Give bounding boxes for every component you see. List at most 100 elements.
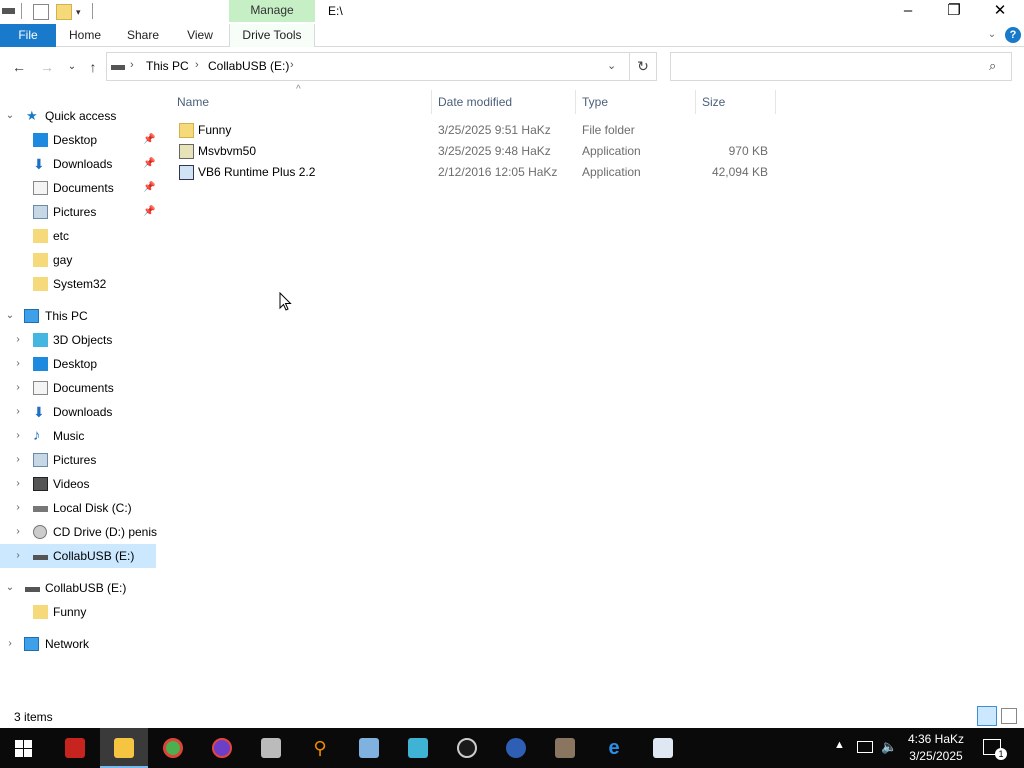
- large-icons-view-button[interactable]: [1001, 708, 1017, 724]
- chevron-right-icon[interactable]: ›: [12, 424, 24, 448]
- chevron-up-icon[interactable]: ▲: [834, 739, 845, 751]
- ribbon-tabs: File Home Share View Drive Tools ⌄ ?: [0, 24, 1024, 47]
- nav-pc-local-disk[interactable]: › Local Disk (C:): [0, 496, 156, 520]
- tab-view[interactable]: View: [178, 24, 222, 47]
- nav-pc-videos[interactable]: › Videos: [0, 472, 156, 496]
- nav-qa-desktop[interactable]: Desktop 📌: [0, 128, 156, 152]
- nav-pc-pictures[interactable]: › Pictures: [0, 448, 156, 472]
- taskbar-calculator[interactable]: [247, 728, 295, 768]
- address-bar[interactable]: › This PC › CollabUSB (E:) › ⌄: [106, 52, 630, 81]
- nav-pc-downloads[interactable]: › ⬇ Downloads: [0, 400, 156, 424]
- back-button[interactable]: ←: [10, 59, 28, 75]
- desktop-icon: [33, 357, 48, 371]
- taskbar-search-app[interactable]: ⚲: [296, 728, 344, 768]
- breadcrumb-this-pc[interactable]: This PC: [146, 59, 189, 73]
- taskbar-app-gauge[interactable]: [443, 728, 491, 768]
- taskbar-app-globe[interactable]: [492, 728, 540, 768]
- hard-drive-icon: [33, 506, 48, 512]
- details-view-button[interactable]: [977, 706, 997, 726]
- chevron-right-icon[interactable]: ›: [12, 520, 24, 544]
- manage-context-tab[interactable]: Manage: [229, 0, 315, 22]
- taskbar-app-red[interactable]: [51, 728, 99, 768]
- taskbar-file-explorer[interactable]: [100, 728, 148, 768]
- chevron-right-icon[interactable]: ›: [12, 544, 24, 568]
- start-button[interactable]: [0, 728, 48, 768]
- tab-home[interactable]: Home: [62, 24, 108, 47]
- chevron-right-icon[interactable]: ›: [12, 448, 24, 472]
- close-button[interactable]: ✕: [977, 0, 1023, 24]
- help-icon[interactable]: ?: [1005, 27, 1021, 43]
- minimize-button[interactable]: –: [885, 0, 931, 24]
- file-row-msvbvm50[interactable]: Msvbvm50 3/25/2025 9:48 HaKz Application…: [168, 141, 778, 162]
- chevron-right-icon[interactable]: ›: [12, 472, 24, 496]
- desktop-icon: [33, 133, 48, 147]
- file-date: 2/12/2016 12:05 HaKz: [438, 165, 558, 179]
- nav-pc-desktop[interactable]: › Desktop: [0, 352, 156, 376]
- breadcrumb-separator-icon[interactable]: ›: [195, 59, 199, 71]
- chevron-right-icon[interactable]: ›: [12, 328, 24, 352]
- nav-qa-documents[interactable]: Documents 📌: [0, 176, 156, 200]
- nav-qa-pictures[interactable]: Pictures 📌: [0, 200, 156, 224]
- nav-qa-etc[interactable]: etc: [0, 224, 156, 248]
- nav-usb-funny[interactable]: Funny: [0, 600, 156, 624]
- chevron-right-icon[interactable]: ›: [12, 376, 24, 400]
- title-bar: ▾ Manage E:\ – ❐ ✕: [0, 0, 1024, 24]
- search-input[interactable]: ⌕: [670, 52, 1012, 81]
- taskbar-internet-explorer[interactable]: e: [590, 728, 638, 768]
- chevron-right-icon[interactable]: ›: [12, 400, 24, 424]
- column-header-name[interactable]: Name: [171, 90, 432, 114]
- column-header-size[interactable]: Size: [696, 90, 776, 114]
- taskbar-app-window[interactable]: [639, 728, 687, 768]
- properties-icon[interactable]: [33, 4, 49, 20]
- nav-pc-collabusb[interactable]: › CollabUSB (E:): [0, 544, 156, 568]
- chevron-right-icon[interactable]: ›: [12, 352, 24, 376]
- customize-quick-access-icon[interactable]: ▾: [76, 4, 92, 20]
- nav-qa-downloads[interactable]: ⬇ Downloads 📌: [0, 152, 156, 176]
- drive-icon: [111, 65, 125, 70]
- nav-this-pc[interactable]: ⌄ This PC: [0, 304, 156, 328]
- new-folder-icon[interactable]: [56, 4, 72, 20]
- nav-label: 3D Objects: [53, 333, 113, 347]
- network-tray-icon[interactable]: [857, 741, 873, 753]
- navigation-pane: ⌄ ★ Quick access Desktop 📌 ⬇ Downloads 📌…: [0, 104, 160, 704]
- nav-quick-access[interactable]: ⌄ ★ Quick access: [0, 104, 156, 128]
- nav-collabusb[interactable]: ⌄ CollabUSB (E:): [0, 576, 156, 600]
- taskbar-app-book[interactable]: [394, 728, 442, 768]
- taskbar-app-swirl[interactable]: [198, 728, 246, 768]
- tab-drive-tools[interactable]: Drive Tools: [229, 24, 315, 47]
- column-header-date-modified[interactable]: Date modified: [432, 90, 576, 114]
- expand-ribbon-icon[interactable]: ⌄: [984, 24, 1000, 47]
- nav-pc-cd-drive[interactable]: › CD Drive (D:) penis: [0, 520, 157, 544]
- chevron-down-icon[interactable]: ⌄: [4, 104, 16, 128]
- file-row-funny[interactable]: Funny 3/25/2025 9:51 HaKz File folder: [168, 120, 778, 141]
- taskbar-app-people[interactable]: [541, 728, 589, 768]
- restore-button[interactable]: ❐: [931, 0, 977, 24]
- file-row-vb6-runtime[interactable]: VB6 Runtime Plus 2.2 2/12/2016 12:05 HaK…: [168, 162, 778, 183]
- chevron-right-icon[interactable]: ›: [12, 496, 24, 520]
- refresh-button[interactable]: ↻: [629, 52, 657, 81]
- nav-pc-music[interactable]: › ♪ Music: [0, 424, 156, 448]
- breadcrumb-separator-icon[interactable]: ›: [290, 59, 294, 71]
- breadcrumb-collabusb[interactable]: CollabUSB (E:): [208, 59, 289, 73]
- column-header-type[interactable]: Type: [576, 90, 696, 114]
- chevron-down-icon[interactable]: ⌄: [4, 304, 16, 328]
- clock[interactable]: 4:36 HaKz 3/25/2025: [900, 731, 972, 765]
- forward-button[interactable]: →: [38, 59, 56, 75]
- recent-locations-button[interactable]: ⌄: [63, 59, 81, 75]
- nav-qa-gay[interactable]: gay: [0, 248, 156, 272]
- nav-pc-documents[interactable]: › Documents: [0, 376, 156, 400]
- volume-icon[interactable]: 🔈: [881, 739, 897, 755]
- taskbar-paint[interactable]: [345, 728, 393, 768]
- file-explorer-icon: [114, 738, 134, 758]
- taskbar-chrome[interactable]: [149, 728, 197, 768]
- tab-file[interactable]: File: [0, 24, 56, 47]
- breadcrumb-separator-icon[interactable]: ›: [130, 59, 134, 71]
- address-dropdown-icon[interactable]: ⌄: [607, 59, 616, 72]
- up-button[interactable]: ↑: [84, 59, 102, 75]
- nav-network[interactable]: › Network: [0, 632, 156, 656]
- tab-share[interactable]: Share: [120, 24, 166, 47]
- chevron-right-icon[interactable]: ›: [4, 632, 16, 656]
- chevron-down-icon[interactable]: ⌄: [4, 576, 16, 600]
- nav-pc-3d-objects[interactable]: › 3D Objects: [0, 328, 156, 352]
- nav-qa-system32[interactable]: System32: [0, 272, 156, 296]
